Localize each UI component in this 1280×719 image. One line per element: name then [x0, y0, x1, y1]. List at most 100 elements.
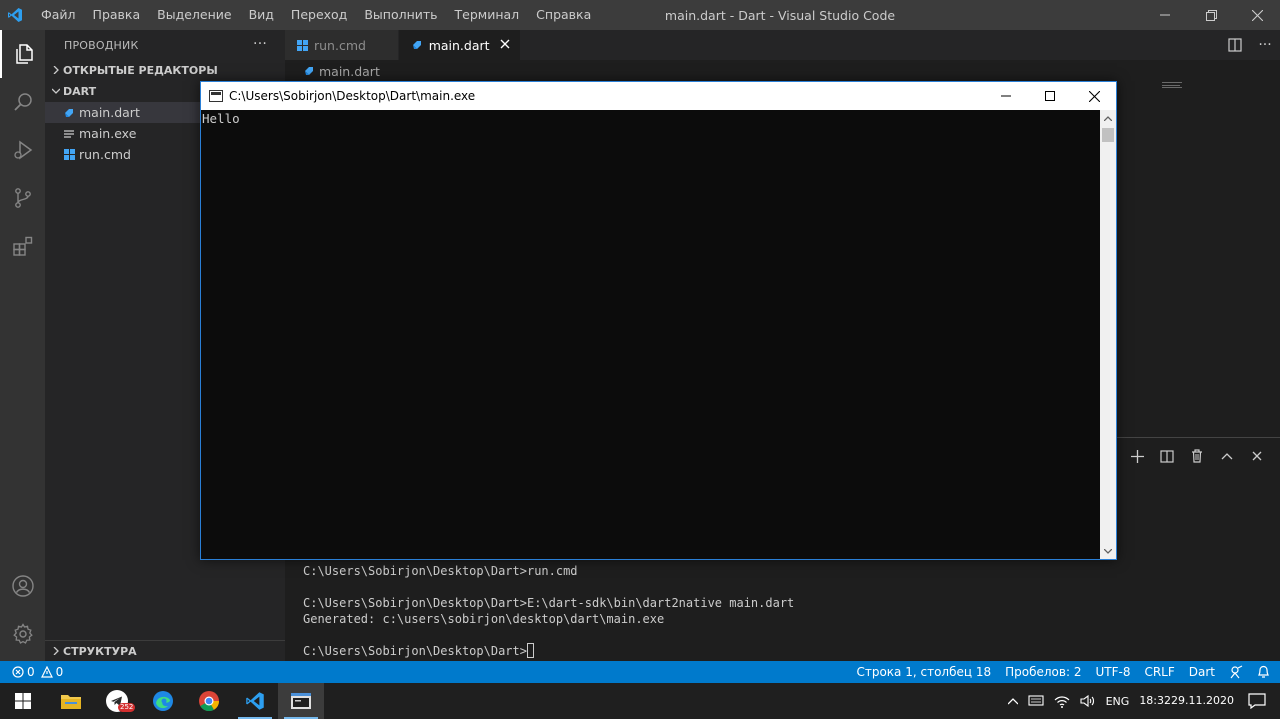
- tab-run-cmd[interactable]: run.cmd ×: [285, 30, 399, 60]
- notifications-bell-icon[interactable]: [1257, 665, 1270, 679]
- explorer-header: ПРОВОДНИК ···: [45, 30, 285, 60]
- input-language[interactable]: ENG: [1106, 695, 1130, 708]
- status-bar: 0 0 Строка 1, столбец 18 Пробелов: 2 UTF…: [0, 661, 1280, 683]
- more-actions-icon[interactable]: ···: [1250, 37, 1280, 53]
- chrome-browser-icon[interactable]: [186, 683, 232, 719]
- file-explorer-icon[interactable]: [48, 683, 94, 719]
- console-window-controls: [984, 82, 1116, 110]
- text-file-icon: [61, 126, 77, 142]
- edge-browser-icon[interactable]: [140, 683, 186, 719]
- outline-label: СТРУКТУРА: [63, 644, 137, 658]
- file-label: run.cmd: [79, 147, 131, 162]
- folder-label: DART: [63, 85, 97, 98]
- error-count: 0: [27, 665, 35, 679]
- dart-file-icon: [61, 105, 77, 121]
- panel-actions: [1122, 442, 1272, 470]
- terminal-cursor: [526, 643, 534, 658]
- console-window[interactable]: C:\Users\Sobirjon\Desktop\Dart\main.exe …: [200, 81, 1117, 560]
- menu-selection[interactable]: Выделение: [148, 0, 239, 30]
- scrollbar-thumb[interactable]: [1102, 128, 1114, 142]
- maximize-panel-icon[interactable]: [1212, 452, 1242, 460]
- telegram-icon[interactable]: 252: [94, 683, 140, 719]
- trash-icon[interactable]: [1182, 449, 1212, 463]
- terminal-prompt-line: C:\Users\Sobirjon\Desktop\Dart>: [303, 643, 794, 659]
- wifi-icon[interactable]: [1054, 694, 1070, 708]
- encoding[interactable]: UTF-8: [1095, 665, 1130, 679]
- console-title: C:\Users\Sobirjon\Desktop\Dart\main.exe: [229, 89, 476, 103]
- scroll-up-icon[interactable]: [1100, 110, 1116, 126]
- windows-file-icon: [61, 147, 77, 163]
- line-ending[interactable]: CRLF: [1144, 665, 1174, 679]
- close-window-button[interactable]: [1234, 0, 1280, 30]
- clock-date: 29.11.2020: [1171, 694, 1234, 707]
- clock[interactable]: 18:32 29.11.2020: [1139, 694, 1234, 708]
- breadcrumb: main.dart: [285, 60, 1280, 82]
- cursor-position[interactable]: Строка 1, столбец 18: [856, 665, 991, 679]
- console-maximize-button[interactable]: [1028, 82, 1072, 110]
- error-icon: [12, 666, 24, 678]
- terminal-output[interactable]: C:\Users\Sobirjon\Desktop\Dart>run.cmd C:…: [303, 563, 794, 659]
- menu-terminal[interactable]: Терминал: [446, 0, 528, 30]
- console-close-button[interactable]: [1072, 82, 1116, 110]
- problems-indicator[interactable]: 0 0: [0, 665, 63, 679]
- close-tab-icon[interactable]: [500, 37, 510, 53]
- status-right: Строка 1, столбец 18 Пробелов: 2 UTF-8 C…: [842, 661, 1270, 683]
- tab-label: main.dart: [428, 37, 490, 53]
- activity-bar: [0, 30, 45, 661]
- source-control-icon[interactable]: [0, 174, 45, 222]
- console-minimize-button[interactable]: [984, 82, 1028, 110]
- run-debug-icon[interactable]: [0, 126, 45, 174]
- split-editor-icon[interactable]: [1220, 38, 1250, 52]
- new-terminal-icon[interactable]: [1122, 449, 1152, 463]
- console-taskbar-icon[interactable]: [278, 683, 324, 719]
- split-terminal-icon[interactable]: [1152, 449, 1182, 463]
- terminal-prompt: C:\Users\Sobirjon\Desktop\Dart>: [303, 644, 527, 658]
- scroll-down-icon[interactable]: [1100, 543, 1116, 559]
- menu-edit[interactable]: Правка: [84, 0, 149, 30]
- start-button-icon[interactable]: [0, 683, 46, 719]
- chevron-down-icon: [49, 85, 63, 98]
- console-scrollbar[interactable]: [1100, 110, 1116, 559]
- search-icon[interactable]: [0, 78, 45, 126]
- menu-view[interactable]: Вид: [240, 0, 282, 30]
- file-label: main.dart: [79, 105, 140, 120]
- volume-icon[interactable]: [1080, 694, 1096, 708]
- windows-taskbar: 252 ENG 18:32 29.11.2020: [0, 683, 1280, 719]
- menu-bar: Файл Правка Выделение Вид Переход Выполн…: [32, 0, 599, 30]
- open-editors-label: ОТКРЫТЫЕ РЕДАКТОРЫ: [63, 64, 218, 77]
- warning-icon: [40, 666, 53, 678]
- tray-expand-icon[interactable]: [1007, 697, 1018, 705]
- close-panel-icon[interactable]: [1242, 451, 1272, 461]
- tab-main-dart[interactable]: main.dart: [398, 30, 521, 60]
- file-label: main.exe: [79, 126, 137, 141]
- window-controls: [1142, 0, 1280, 30]
- menu-file[interactable]: Файл: [32, 0, 84, 30]
- menu-go[interactable]: Переход: [282, 0, 355, 30]
- terminal-line: C:\Users\Sobirjon\Desktop\Dart>E:\dart-s…: [303, 596, 795, 610]
- keyboard-status-icon[interactable]: [1028, 694, 1044, 708]
- more-actions-button[interactable]: ···: [253, 36, 267, 52]
- menu-help[interactable]: Справка: [527, 0, 599, 30]
- action-center-icon[interactable]: [1248, 693, 1266, 709]
- feedback-icon[interactable]: [1229, 665, 1243, 679]
- outline-section[interactable]: СТРУКТУРА: [45, 640, 285, 661]
- editor-tabs: run.cmd × main.dart ···: [285, 30, 1280, 60]
- language-mode[interactable]: Dart: [1189, 665, 1215, 679]
- minimize-button[interactable]: [1142, 0, 1188, 30]
- settings-gear-icon[interactable]: [0, 610, 45, 658]
- vscode-taskbar-icon[interactable]: [232, 683, 278, 719]
- account-icon[interactable]: [0, 562, 45, 610]
- minimap[interactable]: [1162, 82, 1272, 92]
- editor-actions: ···: [1220, 30, 1280, 60]
- restore-button[interactable]: [1188, 0, 1234, 30]
- warning-count: 0: [55, 665, 64, 679]
- explorer-icon[interactable]: [0, 30, 45, 78]
- breadcrumb-file[interactable]: main.dart: [319, 64, 380, 79]
- indentation[interactable]: Пробелов: 2: [1005, 665, 1081, 679]
- menu-run[interactable]: Выполнить: [355, 0, 445, 30]
- windows-file-icon: [297, 39, 308, 51]
- dart-file-icon: [303, 65, 315, 77]
- console-title-bar[interactable]: C:\Users\Sobirjon\Desktop\Dart\main.exe: [201, 82, 1116, 110]
- extensions-icon[interactable]: [0, 222, 45, 270]
- open-editors-section[interactable]: ОТКРЫТЫЕ РЕДАКТОРЫ: [45, 60, 285, 81]
